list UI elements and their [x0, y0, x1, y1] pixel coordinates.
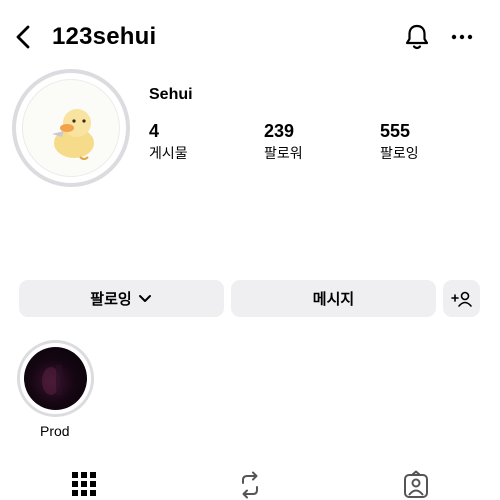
more-icon[interactable]	[448, 26, 476, 48]
add-user-button[interactable]	[443, 280, 480, 317]
highlight-prod[interactable]	[17, 340, 94, 417]
stat-posts-count: 4	[149, 121, 160, 141]
stat-posts[interactable]: 4 게시물	[149, 120, 188, 163]
profile-avatar[interactable]	[12, 69, 130, 187]
highlight-label: Prod	[40, 423, 70, 439]
stat-following-count: 555	[380, 121, 411, 141]
message-button[interactable]: 메시지	[231, 280, 436, 317]
message-button-label: 메시지	[312, 291, 355, 308]
stat-followers[interactable]: 239 팔로워	[264, 120, 303, 163]
stat-following[interactable]: 555 팔로잉	[380, 120, 419, 163]
following-button[interactable]: 팔로잉	[19, 280, 224, 317]
stat-followers-count: 239	[264, 121, 295, 141]
stat-posts-label: 게시물	[149, 145, 188, 161]
highlight-cover-image	[24, 347, 87, 410]
following-button-label: 팔로잉	[90, 291, 132, 308]
back-icon[interactable]	[10, 22, 36, 52]
tagged-person-icon[interactable]	[402, 470, 430, 500]
stat-following-label: 팔로잉	[380, 145, 419, 161]
profile-username: 123sehui	[52, 23, 157, 50]
profile-display-name: Sehui	[149, 86, 193, 103]
add-user-icon	[450, 291, 472, 307]
stat-followers-label: 팔로워	[264, 145, 303, 161]
avatar-image	[22, 79, 120, 177]
duck-icon	[52, 109, 94, 160]
chevron-down-icon	[138, 294, 151, 302]
repost-icon[interactable]	[236, 470, 264, 500]
bell-icon[interactable]	[402, 22, 432, 52]
grid-icon[interactable]	[70, 470, 98, 500]
